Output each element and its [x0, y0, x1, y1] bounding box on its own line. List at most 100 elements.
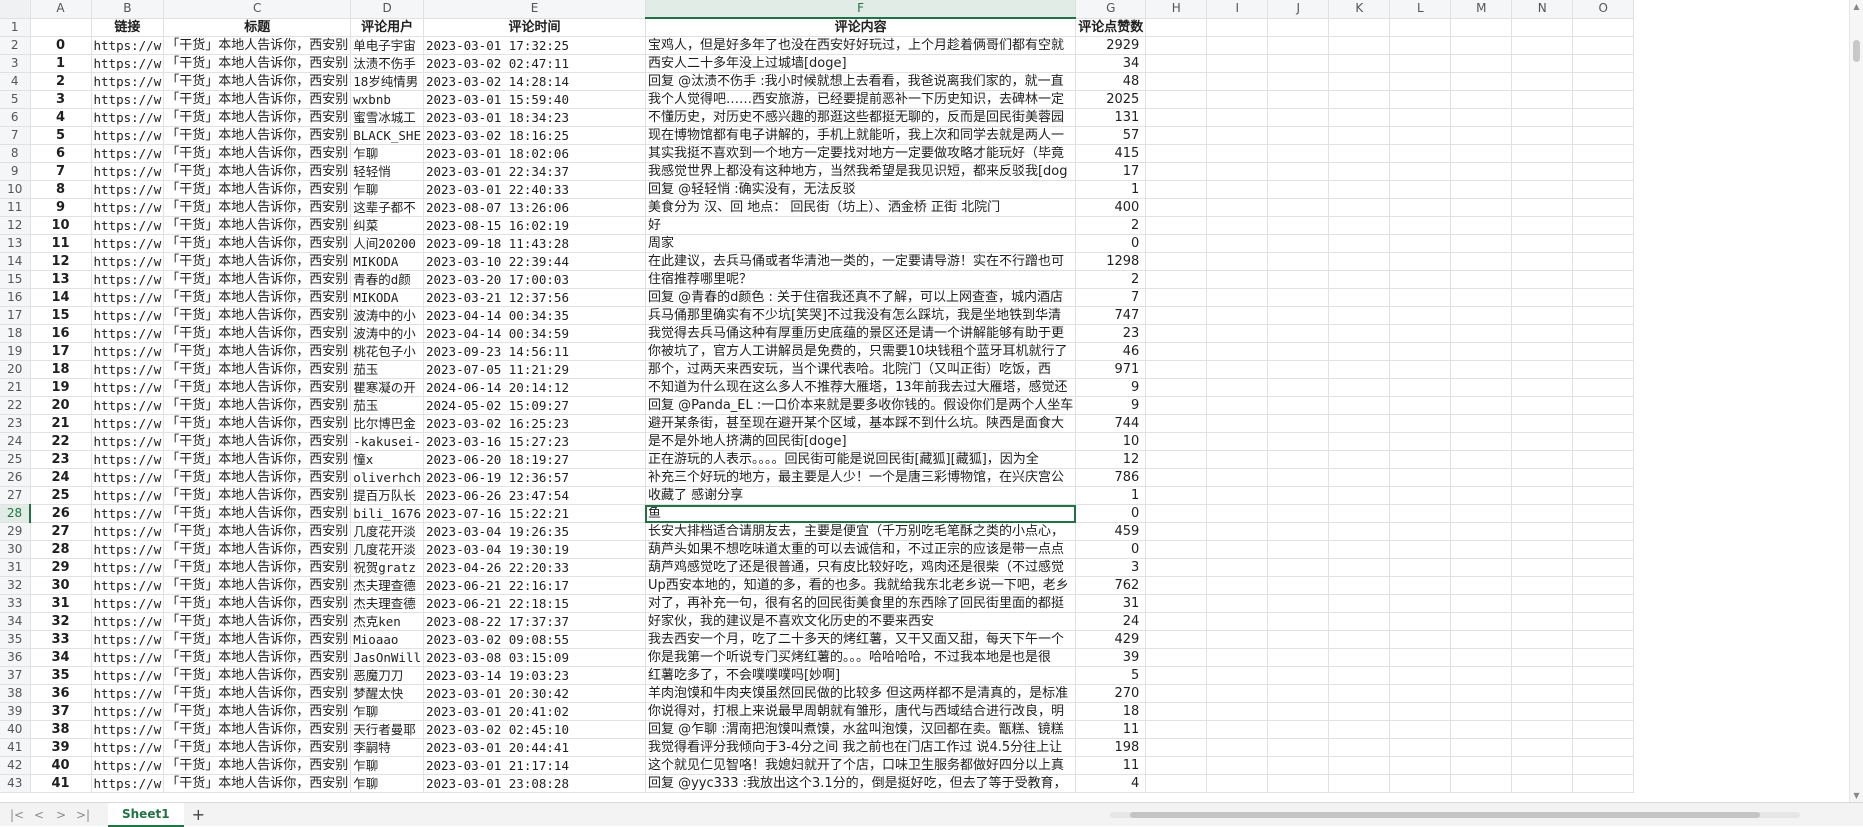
cell[interactable]	[1206, 342, 1269, 361]
cell-link[interactable]: https://w	[91, 198, 165, 217]
cell-link[interactable]: https://w	[91, 720, 165, 739]
cell[interactable]	[1389, 522, 1452, 541]
cell[interactable]	[1389, 378, 1452, 397]
cell[interactable]	[1328, 288, 1391, 307]
cell[interactable]	[1328, 540, 1391, 559]
cell-time[interactable]: 2023-03-02 18:16:25	[423, 126, 646, 145]
cell-content[interactable]: 你被坑了，官方人工讲解员是免费的，只需要10块钱租个蓝牙耳机就行了	[645, 342, 1077, 361]
cell-user[interactable]: 18岁纯情男	[350, 72, 424, 91]
cell-user[interactable]: wxbnb	[350, 90, 424, 109]
cell-index[interactable]: 22	[30, 432, 92, 451]
row-header[interactable]: 33	[0, 594, 31, 613]
cell[interactable]	[1267, 90, 1330, 109]
cell[interactable]	[1511, 774, 1574, 793]
cell-user[interactable]: 几度花开淡	[350, 522, 424, 541]
cell-content[interactable]: 宝鸡人，但是好多年了也没在西安好好玩过，上个月趁着俩哥们都有空就	[645, 36, 1077, 55]
cell-time[interactable]: 2023-03-10 22:39:44	[423, 252, 646, 271]
cell[interactable]	[1572, 612, 1635, 631]
cell[interactable]	[1572, 648, 1635, 667]
cell[interactable]	[1145, 126, 1208, 145]
cell[interactable]	[1511, 702, 1574, 721]
cell-index[interactable]: 24	[30, 468, 92, 487]
cell[interactable]	[1206, 630, 1269, 649]
cell[interactable]	[1450, 702, 1513, 721]
cell[interactable]	[1389, 270, 1452, 289]
cell-link[interactable]: https://w	[91, 774, 165, 793]
cell[interactable]	[1450, 324, 1513, 343]
column-header-a[interactable]: A	[30, 0, 92, 19]
cell[interactable]	[1206, 18, 1269, 37]
cell[interactable]	[1572, 450, 1635, 469]
row-header[interactable]: 36	[0, 648, 31, 667]
cell[interactable]	[1511, 576, 1574, 595]
cell-likes[interactable]: 762	[1075, 576, 1147, 595]
row-header[interactable]: 22	[0, 396, 31, 415]
cell-index[interactable]: 30	[30, 576, 92, 595]
cell-content[interactable]: 补充三个好玩的地方，最主要是人少！一个是唐三彩博物馆，在兴庆宫公	[645, 468, 1077, 487]
cell-likes[interactable]: 34	[1075, 54, 1147, 73]
cell-link[interactable]: https://w	[91, 54, 165, 73]
cell[interactable]	[1145, 720, 1208, 739]
cell-likes[interactable]: 1298	[1075, 252, 1147, 271]
row-header[interactable]: 37	[0, 666, 31, 685]
row-header[interactable]: 11	[0, 198, 31, 217]
cell[interactable]	[1206, 612, 1269, 631]
cell[interactable]	[1267, 288, 1330, 307]
cell[interactable]	[1572, 162, 1635, 181]
cell[interactable]	[1572, 288, 1635, 307]
cell-index[interactable]: 29	[30, 558, 92, 577]
cell[interactable]	[1206, 432, 1269, 451]
cell[interactable]	[1572, 432, 1635, 451]
cell-content[interactable]: 美食分为 汉、回 地点： 回民街（坊上）、洒金桥 正街 北院门	[645, 198, 1077, 217]
cell[interactable]	[1450, 684, 1513, 703]
cell[interactable]	[1267, 414, 1330, 433]
cell-likes[interactable]: 48	[1075, 72, 1147, 91]
cell[interactable]	[1328, 162, 1391, 181]
cell-content[interactable]: 回复 @Panda_EL :一口价本来就是要多收你钱的。假设你们是两个人坐车	[645, 396, 1077, 415]
cell[interactable]	[1206, 486, 1269, 505]
cell-user[interactable]: 乍聊	[350, 144, 424, 163]
cell-index[interactable]: 9	[30, 198, 92, 217]
cell[interactable]	[1328, 306, 1391, 325]
cell[interactable]	[1389, 90, 1452, 109]
last-sheet-icon[interactable]: >|	[72, 808, 94, 822]
cell-index[interactable]: 25	[30, 486, 92, 505]
cell-index[interactable]: 34	[30, 648, 92, 667]
cell-title[interactable]: 「干货」本地人告诉你，西安别	[163, 270, 352, 289]
cell[interactable]	[1511, 756, 1574, 775]
cell-index[interactable]: 14	[30, 288, 92, 307]
cell-index[interactable]: 18	[30, 360, 92, 379]
cell[interactable]	[1572, 702, 1635, 721]
cell[interactable]	[1389, 774, 1452, 793]
cell[interactable]	[1511, 738, 1574, 757]
cell-title[interactable]: 「干货」本地人告诉你，西安别	[163, 324, 352, 343]
row-header[interactable]: 3	[0, 54, 31, 73]
cell-content[interactable]: 长安大排档适合请朋友去，主要是便宜（千万别吃毛笔酥之类的小点心，	[645, 522, 1077, 541]
cell-content[interactable]: 这个就见仁见智咯！我媳妇就开了个店，口味卫生服务都做好四分以上真	[645, 756, 1077, 775]
cell-time[interactable]: 2023-04-14 00:34:59	[423, 324, 646, 343]
column-header-c[interactable]: C	[163, 0, 352, 19]
cell-index[interactable]: 0	[30, 36, 92, 55]
cell[interactable]	[1145, 738, 1208, 757]
cell[interactable]	[1328, 90, 1391, 109]
row-header[interactable]: 26	[0, 468, 31, 487]
cell[interactable]	[1328, 126, 1391, 145]
row-header[interactable]: 28	[0, 504, 31, 523]
cell-index[interactable]: 32	[30, 612, 92, 631]
cell[interactable]	[1206, 702, 1269, 721]
cell[interactable]	[1572, 738, 1635, 757]
cell-likes[interactable]: 2	[1075, 216, 1147, 235]
cell[interactable]	[1511, 540, 1574, 559]
cell-title[interactable]: 「干货」本地人告诉你，西安别	[163, 738, 352, 757]
cell[interactable]	[1450, 216, 1513, 235]
cell[interactable]	[1145, 144, 1208, 163]
cell[interactable]	[1145, 576, 1208, 595]
cell-user[interactable]: 提百万队长	[350, 486, 424, 505]
cell-title[interactable]: 「干货」本地人告诉你，西安别	[163, 288, 352, 307]
column-header-b[interactable]: B	[91, 0, 165, 19]
cell[interactable]	[1511, 522, 1574, 541]
horizontal-scrollbar[interactable]	[1110, 809, 1810, 819]
cell[interactable]	[1328, 54, 1391, 73]
cell[interactable]	[1145, 360, 1208, 379]
cell[interactable]	[1450, 378, 1513, 397]
